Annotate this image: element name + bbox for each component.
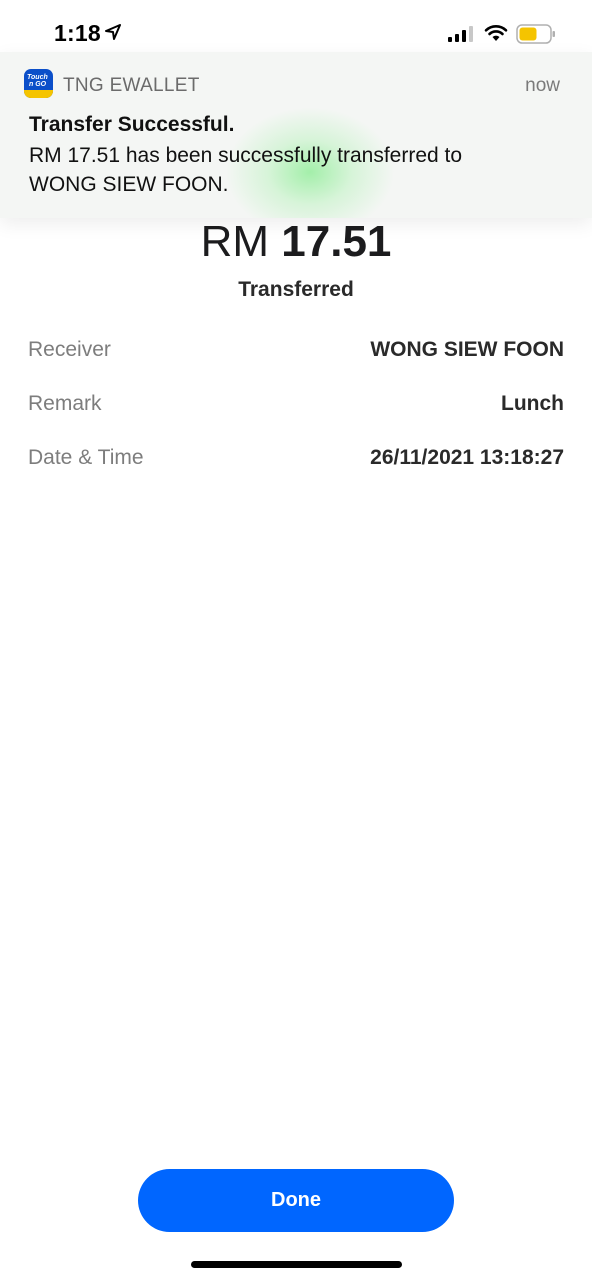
notification-body-line: RM 17.51 has been successfully transferr… — [29, 144, 463, 167]
detail-row-receiver: Receiver WONG SIEW FOON — [28, 338, 564, 368]
app-icon-text: Touch — [27, 74, 48, 81]
detail-value: Lunch — [501, 392, 564, 415]
detail-label: Date & Time — [28, 446, 144, 469]
transfer-status: Transferred — [238, 278, 354, 301]
detail-value: 26/11/2021 13:18:27 — [370, 446, 564, 469]
status-time: 1:18 — [54, 20, 101, 46]
detail-label: Receiver — [28, 338, 111, 361]
done-button[interactable]: Done — [138, 1169, 454, 1232]
notification-body: RM 17.51 has been successfully transferr… — [29, 141, 549, 199]
home-indicator[interactable] — [191, 1261, 402, 1268]
detail-label: Remark — [28, 392, 102, 415]
cellular-signal-icon — [448, 26, 473, 42]
push-notification[interactable]: Touch n GO TNG EWALLET now Transfer Succ… — [0, 52, 592, 218]
tng-app-icon: Touch n GO — [24, 69, 53, 98]
detail-row-date-time: Date & Time 26/11/2021 13:18:27 — [28, 446, 564, 476]
amount-currency: RM — [200, 217, 270, 266]
location-arrow-icon — [105, 24, 121, 40]
battery-icon — [516, 24, 555, 44]
wifi-icon — [484, 25, 508, 41]
amount-value: 17.51 — [281, 217, 392, 266]
detail-row-remark: Remark Lunch — [28, 392, 564, 422]
notification-app-name: TNG EWALLET — [63, 75, 200, 96]
notification-time: now — [525, 75, 560, 96]
detail-value: WONG SIEW FOON — [370, 338, 564, 361]
notification-title: Transfer Successful. — [29, 113, 235, 136]
app-icon-band — [24, 90, 53, 98]
app-icon-text: n GO — [29, 81, 47, 88]
transfer-amount: RM 17.51 — [0, 216, 592, 268]
notification-body-line: WONG SIEW FOON. — [29, 173, 229, 196]
